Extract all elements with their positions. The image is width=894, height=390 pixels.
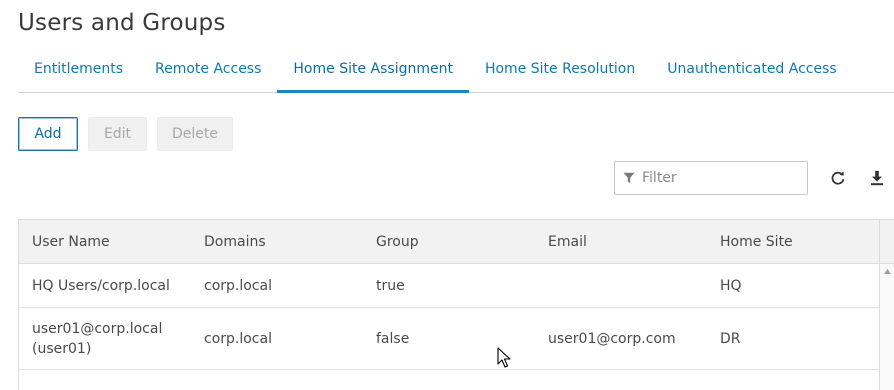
cell-email: user01@corp.com	[548, 330, 676, 347]
page-title: Users and Groups	[18, 10, 226, 36]
tab-remote-access[interactable]: Remote Access	[139, 50, 277, 92]
add-button[interactable]: Add	[18, 117, 78, 151]
table-header: User Name Domains Group Email Home Site	[19, 220, 894, 264]
user-name-text: HQ Users/corp.local	[32, 277, 170, 294]
scroll-up-icon[interactable]	[880, 264, 894, 274]
edit-button[interactable]: Edit	[88, 117, 147, 151]
user-name-subtext: (user01)	[32, 340, 92, 357]
column-header-email[interactable]: Email	[535, 232, 707, 252]
tab-entitlements[interactable]: Entitlements	[18, 50, 139, 92]
cell-group: false	[376, 330, 410, 347]
user-name-text: user01@corp.local	[32, 320, 163, 337]
users-table: User Name Domains Group Email Home Site …	[18, 219, 894, 390]
filter-input[interactable]	[642, 170, 802, 186]
download-icon[interactable]	[867, 168, 887, 188]
refresh-icon[interactable]	[828, 168, 848, 188]
vertical-scrollbar[interactable]	[879, 220, 894, 390]
cell-home-site: DR	[720, 330, 741, 347]
mouse-pointer-icon	[497, 347, 511, 368]
column-header-domains[interactable]: Domains	[191, 232, 363, 252]
table-row[interactable]: user01@corp.local (user01) corp.local fa…	[19, 308, 894, 370]
cell-home-site: HQ	[720, 277, 742, 294]
delete-button[interactable]: Delete	[157, 117, 233, 151]
cell-domains: corp.local	[204, 330, 272, 347]
filter-icon	[623, 172, 635, 183]
cell-group: true	[376, 277, 405, 294]
scrollbar-header-gap	[880, 220, 894, 264]
table-row[interactable]: HQ Users/corp.local corp.local true HQ	[19, 264, 894, 308]
cell-user-name: user01@corp.local (user01)	[19, 319, 191, 359]
tab-unauthenticated-access[interactable]: Unauthenticated Access	[651, 50, 852, 92]
tab-home-site-resolution[interactable]: Home Site Resolution	[469, 50, 651, 92]
filter-field[interactable]	[614, 161, 808, 195]
cell-domains: corp.local	[204, 277, 272, 294]
tab-bar: Entitlements Remote Access Home Site Ass…	[18, 50, 894, 93]
tab-home-site-assignment[interactable]: Home Site Assignment	[277, 50, 469, 93]
cell-user-name: HQ Users/corp.local	[19, 276, 191, 296]
column-header-user-name[interactable]: User Name	[19, 232, 191, 252]
column-header-group[interactable]: Group	[363, 232, 535, 252]
column-header-home-site[interactable]: Home Site	[707, 232, 867, 252]
